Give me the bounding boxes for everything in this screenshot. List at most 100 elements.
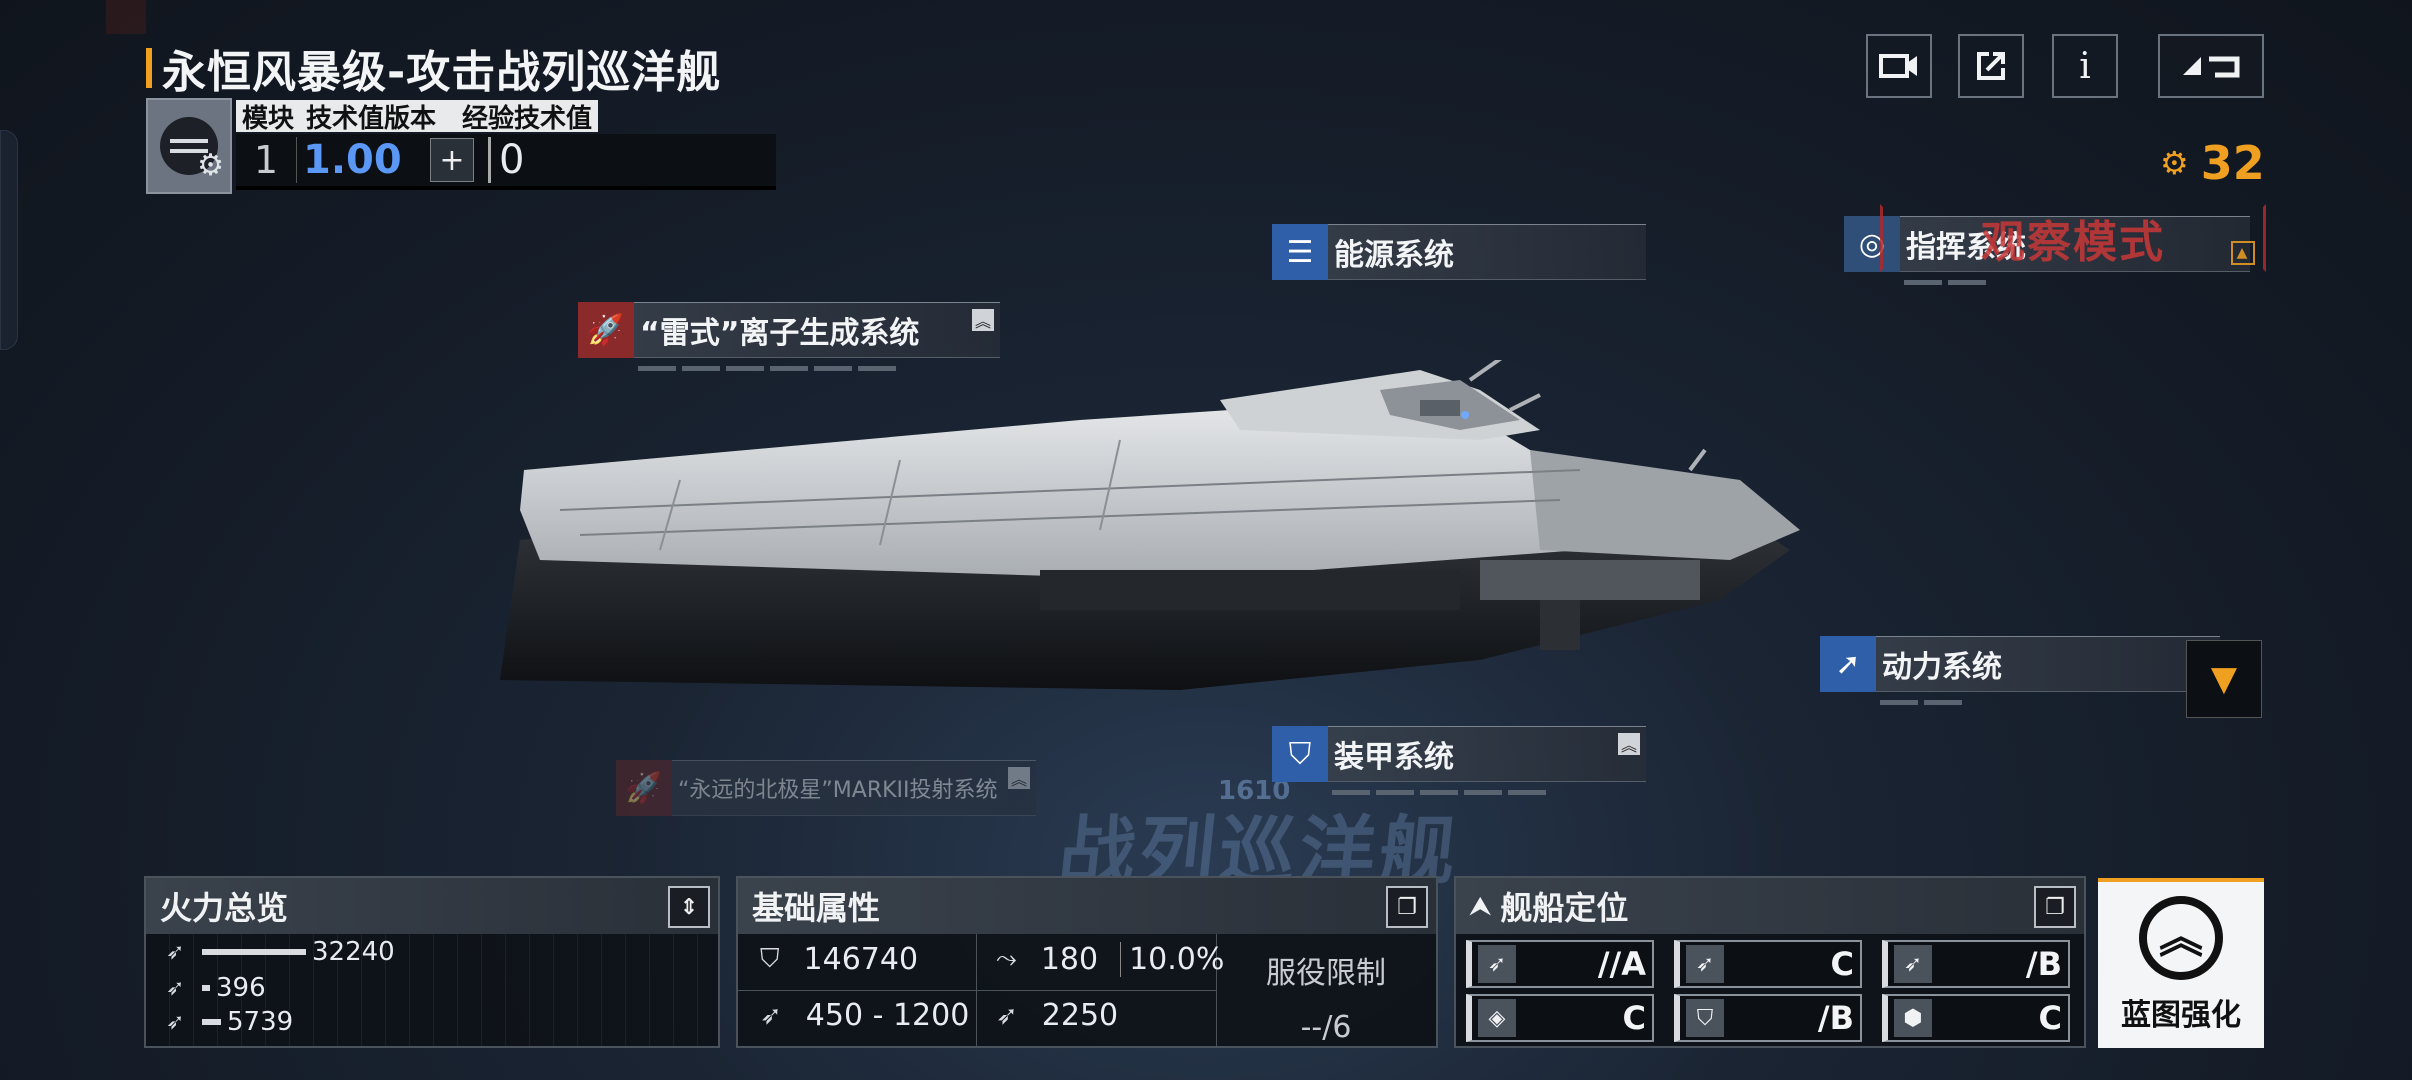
speed-cell: ➶ 450 - 1200 <box>760 998 969 1033</box>
firepower-bar <box>202 985 210 991</box>
position-grade: /B <box>2025 945 2062 983</box>
siege-icon: ➶ <box>166 1009 185 1035</box>
share-button[interactable] <box>1958 34 2024 98</box>
back-icon <box>2183 56 2240 78</box>
module-header: 模块 <box>242 103 295 134</box>
evasion-value: 180 <box>1040 942 1099 977</box>
position-grade: /B <box>1817 999 1854 1037</box>
anti-air-icon: ➶ <box>1686 945 1724 983</box>
firepower-value: 5739 <box>227 1007 294 1037</box>
side-pull-tab[interactable] <box>0 130 18 350</box>
expand-dropdown-button[interactable]: ▼ <box>2186 640 2262 718</box>
energy-system-label: 能源系统 <box>1334 238 1454 273</box>
triangle-down-icon: ▼ <box>2210 659 2238 699</box>
service-limit-value: --/6 <box>1300 1010 1352 1045</box>
slot-indicators <box>638 366 896 371</box>
support-icon: ◈ <box>1478 999 1516 1037</box>
add-tech-button[interactable]: + <box>430 138 474 182</box>
video-camera-icon <box>1879 54 1917 78</box>
speed-value: 450 - 1200 <box>805 998 970 1033</box>
upgrade-chevron-icon: ︽ <box>972 309 994 331</box>
title-accent <box>146 48 152 88</box>
basic-attributes-panel: 基础属性 ❐ ⛉ 146740 ⤳ 180 10.0% ➶ 450 - 1200… <box>736 876 1438 1048</box>
position-grade: C <box>1830 945 1854 983</box>
tech-version-header: 技术值版本 <box>306 103 437 134</box>
thunder-system-label: “雷式”离子生成系统 <box>640 316 920 351</box>
blueprint-enhance-button[interactable]: ︽ 蓝图强化 <box>2098 878 2264 1048</box>
evasion-icon: ⤳ <box>996 944 1017 974</box>
info-button[interactable]: i <box>2052 34 2118 98</box>
speed-icon: ➶ <box>760 1000 782 1031</box>
anti-ship-icon: ➶ <box>1478 945 1516 983</box>
tech-values-row: 1 1.00 + 0 <box>236 134 776 190</box>
energy-system-tag[interactable]: ☰ 能源系统 <box>1272 224 1646 280</box>
firepower-row: ➶ 5739 <box>166 1006 293 1038</box>
exp-tech-header: 经验技术值 <box>462 103 593 134</box>
expand-toggle-icon: ⇕ <box>679 894 699 920</box>
ship-position-header: ⮝ 舰船定位 ❐ <box>1456 878 2084 934</box>
upgrade-chevron-icon: ︽ <box>1618 733 1640 755</box>
observe-mode-overlay[interactable]: 观察模式 ▲ <box>1880 204 2266 272</box>
share-icon <box>1977 52 2005 80</box>
shield-icon: ⛉ <box>1272 726 1328 782</box>
ship-position-panel: ⮝ 舰船定位 ❐ ➶ //A ➶ C ➶ /B ◈ C ⛉ /B ⬢ C <box>1454 876 2086 1048</box>
firepower-value: 32240 <box>312 937 395 967</box>
polar-system-label: “永远的北极星”MARKII投射系统 <box>678 778 998 803</box>
position-cell-support: ◈ C <box>1466 994 1654 1042</box>
ship-position-expand-button[interactable]: ❐ <box>2034 886 2076 928</box>
utility-icon: ⬢ <box>1894 999 1932 1037</box>
service-limit: 服役限制 --/6 <box>1226 948 1426 1045</box>
basic-attributes-expand-button[interactable]: ❐ <box>1386 886 1428 928</box>
back-button[interactable] <box>2158 34 2264 98</box>
position-grade: C <box>1622 999 1646 1037</box>
slot-indicators <box>1904 280 1986 285</box>
position-cell-defense: ⛉ /B <box>1674 994 1862 1042</box>
firepower-panel: 火力总览 ⇕ ➶ 32240 ➶ 396 ➶ 5739 <box>144 876 720 1048</box>
anti-air-icon: ➶ <box>166 975 185 1001</box>
power-system-label: 动力系统 <box>1882 650 2002 685</box>
double-chevron-up-icon: ︽ <box>2139 896 2223 980</box>
window-icon: ❐ <box>2045 894 2065 920</box>
list-icon: ☰ <box>1272 224 1328 280</box>
position-grade: C <box>2038 999 2062 1037</box>
warp-icon: ➶ <box>996 1000 1018 1031</box>
armor-system-label: 装甲系统 <box>1334 740 1454 775</box>
evasion-cell: ⤳ 180 10.0% <box>996 942 1224 977</box>
currency-display: ⚙ 32 <box>2160 136 2265 190</box>
polar-system-tag[interactable]: 🚀 “永远的北极星”MARKII投射系统 ︽ <box>616 760 1036 816</box>
module-gear-icon[interactable] <box>146 98 232 194</box>
tech-version-value: 1.00 <box>296 137 416 183</box>
missile-icon: 🚀 <box>616 760 672 816</box>
position-cell-anti-air: ➶ C <box>1674 940 1862 988</box>
ship-position-title: 舰船定位 <box>1500 889 1629 927</box>
firepower-toggle-button[interactable]: ⇕ <box>668 886 710 928</box>
video-camera-button[interactable] <box>1866 34 1932 98</box>
tech-header-row: 模块 技术值版本 经验技术值 <box>236 100 599 134</box>
ship-title-bar: 永恒风暴级-攻击战列巡洋舰 <box>146 42 721 98</box>
siege-icon: ➶ <box>1894 945 1932 983</box>
firepower-bar <box>202 949 306 955</box>
hp-cell: ⛉ 146740 <box>760 942 918 977</box>
firepower-bar <box>202 1019 221 1025</box>
armor-system-tag[interactable]: ⛉ 装甲系统 ︽ <box>1272 726 1646 795</box>
anti-ship-icon: ➶ <box>166 939 185 965</box>
thunder-system-tag[interactable]: 🚀 “雷式”离子生成系统 ︽ <box>578 302 1000 371</box>
power-system-tag[interactable]: ➚ 动力系统 <box>1820 636 2220 705</box>
warp-value: 2250 <box>1041 998 1119 1033</box>
ship-model[interactable] <box>480 360 1880 740</box>
position-cell-utility: ⬢ C <box>1882 994 2070 1042</box>
blueprint-enhance-label: 蓝图强化 <box>2121 998 2241 1033</box>
warp-cell: ➶ 2250 <box>996 998 1118 1033</box>
position-cell-anti-ship: ➶ //A <box>1466 940 1654 988</box>
firepower-title: 火力总览 <box>160 889 289 927</box>
ship-position-grid: ➶ //A ➶ C ➶ /B ◈ C ⛉ /B ⬢ C <box>1456 934 2084 1046</box>
hp-value: 146740 <box>803 942 919 977</box>
firepower-value: 396 <box>216 973 266 1003</box>
observe-mode-label: 观察模式 <box>1981 217 2165 268</box>
firepower-rows: ➶ 32240 ➶ 396 ➶ 5739 <box>146 934 718 1046</box>
basic-attributes-header: 基础属性 ❐ <box>738 878 1436 934</box>
corner-marker <box>106 0 146 34</box>
position-cell-siege: ➶ /B <box>1882 940 2070 988</box>
shield-icon: ⛉ <box>760 944 780 974</box>
currency-gear-icon: ⚙ <box>2160 144 2189 182</box>
